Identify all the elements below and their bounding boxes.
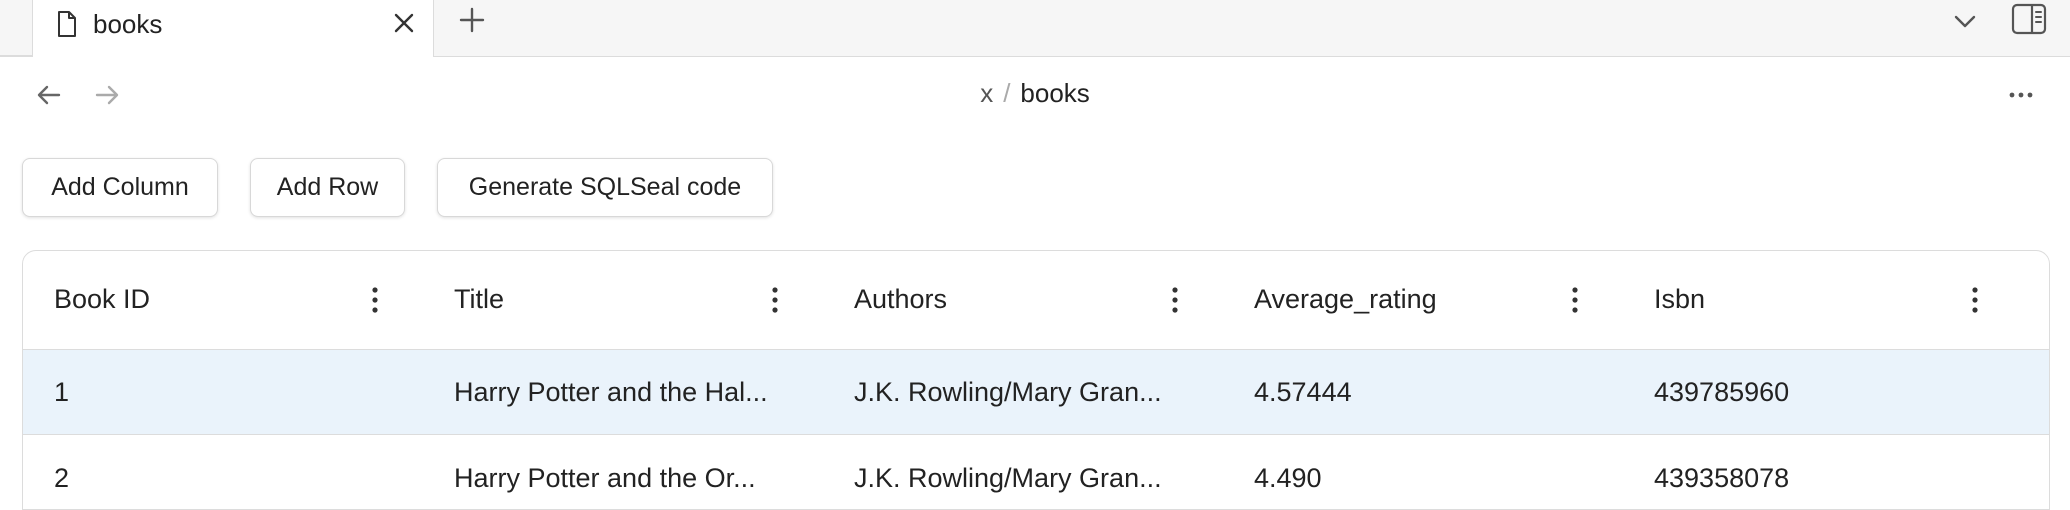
tab-bar: books xyxy=(0,0,2070,57)
table-cell[interactable]: 2 xyxy=(23,436,423,509)
more-vertical-icon[interactable] xyxy=(1167,285,1183,315)
chevron-down-icon[interactable] xyxy=(1950,6,1980,36)
more-vertical-icon[interactable] xyxy=(1967,285,1983,315)
column-header-average-rating[interactable]: Average_rating xyxy=(1223,251,1623,350)
data-table: Book ID Title Authors Average_rating Isb… xyxy=(22,250,2050,510)
column-header-label: Title xyxy=(454,284,505,314)
add-column-button[interactable]: Add Column xyxy=(22,158,218,217)
more-vertical-icon[interactable] xyxy=(1567,285,1583,315)
table-cell[interactable]: 4.490 xyxy=(1223,436,1623,509)
add-row-button[interactable]: Add Row xyxy=(250,158,405,217)
tab-bar-divider xyxy=(0,55,32,57)
table-cell[interactable]: 439785960 xyxy=(1623,350,2023,435)
close-icon[interactable] xyxy=(389,8,419,38)
table-cell[interactable]: J.K. Rowling/Mary Gran... xyxy=(823,436,1223,509)
table-row[interactable]: 1 Harry Potter and the Hal... J.K. Rowli… xyxy=(23,350,2049,435)
column-header-label: Book ID xyxy=(54,284,151,314)
table-cell[interactable]: J.K. Rowling/Mary Gran... xyxy=(823,350,1223,435)
plus-icon[interactable] xyxy=(456,4,488,36)
sidebar-toggle-icon[interactable] xyxy=(2010,2,2048,36)
more-horizontal-icon[interactable] xyxy=(2006,80,2036,110)
file-icon xyxy=(58,11,76,37)
column-header-authors[interactable]: Authors xyxy=(823,251,1223,350)
column-header-title[interactable]: Title xyxy=(423,251,823,350)
breadcrumb-current[interactable]: books xyxy=(1020,78,1089,108)
table-cell[interactable]: 1 xyxy=(23,350,423,435)
table-header: Book ID Title Authors Average_rating Isb… xyxy=(23,251,2049,350)
more-vertical-icon[interactable] xyxy=(767,285,783,315)
tab-title: books xyxy=(93,9,163,39)
generate-sqlseal-code-button[interactable]: Generate SQLSeal code xyxy=(437,158,773,217)
column-header-label: Authors xyxy=(854,284,948,314)
breadcrumb: x / books xyxy=(0,78,2070,109)
column-header-label: Average_rating xyxy=(1254,284,1437,314)
breadcrumb-parent[interactable]: x xyxy=(980,78,993,108)
column-header-label: Isbn xyxy=(1654,284,1706,314)
more-vertical-icon[interactable] xyxy=(367,285,383,315)
table-cell[interactable]: 4.57444 xyxy=(1223,350,1623,435)
column-header-book-id[interactable]: Book ID xyxy=(23,251,423,350)
table-cell[interactable]: Harry Potter and the Or... xyxy=(423,436,823,509)
breadcrumb-separator: / xyxy=(1003,78,1011,108)
table-cell[interactable]: Harry Potter and the Hal... xyxy=(423,350,823,435)
table-cell[interactable]: 439358078 xyxy=(1623,436,2023,509)
column-header-isbn[interactable]: Isbn xyxy=(1623,251,2023,350)
table-row[interactable]: 2 Harry Potter and the Or... J.K. Rowlin… xyxy=(23,436,2049,509)
tab-books[interactable]: books xyxy=(32,0,434,57)
